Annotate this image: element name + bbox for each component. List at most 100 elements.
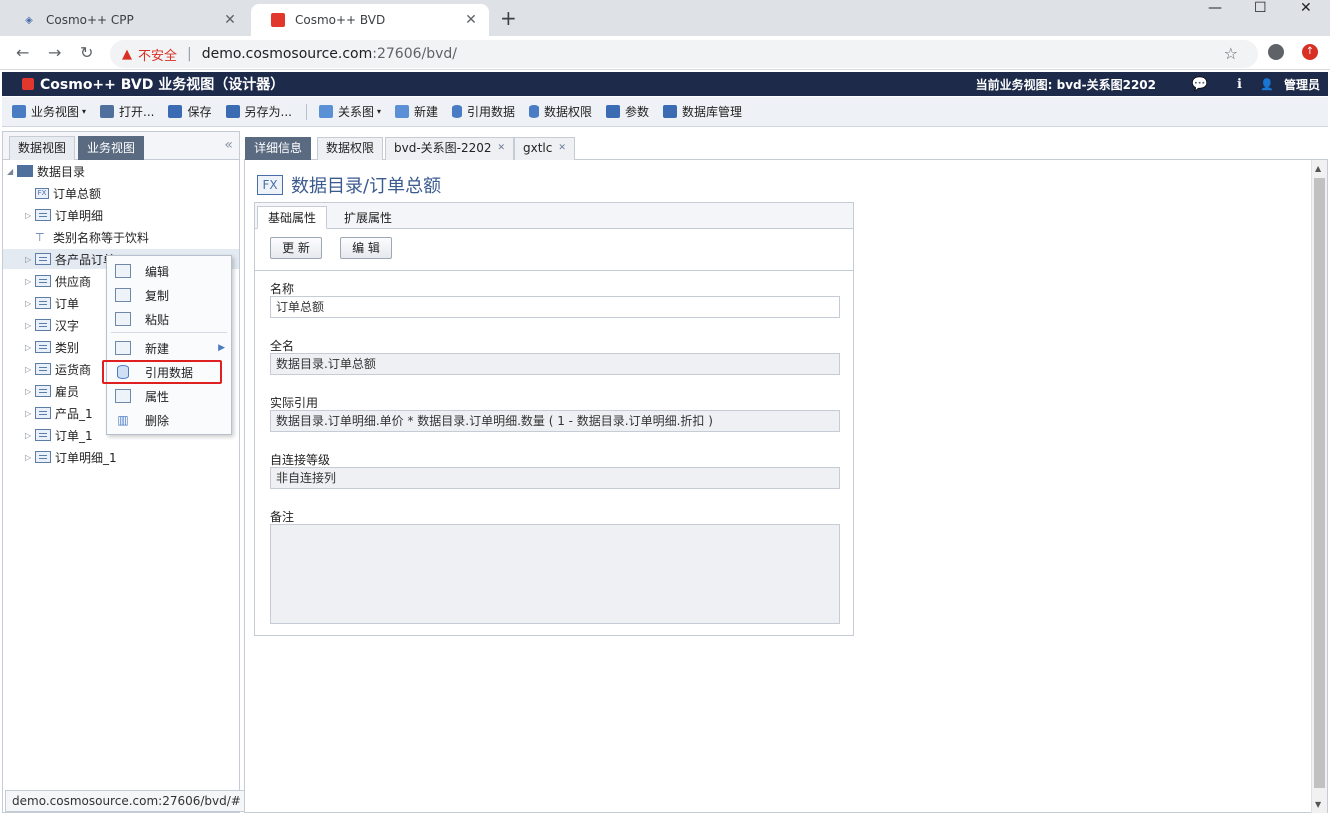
tree-node-hanzi[interactable]: ▷ 汉字 — [25, 315, 79, 335]
minimize-button[interactable]: — — [1208, 0, 1222, 18]
menu-item-edit[interactable]: 编辑 — [111, 260, 227, 282]
expand-arrow-icon[interactable]: ▷ — [25, 453, 35, 462]
close-window-button[interactable]: ✕ — [1300, 0, 1312, 18]
menu-item-new[interactable]: 新建 ▶ — [111, 337, 227, 359]
properties-icon — [115, 389, 131, 403]
maximize-button[interactable]: ☐ — [1254, 0, 1267, 18]
reload-button[interactable]: ↻ — [80, 43, 93, 62]
scroll-up-icon[interactable]: ▲ — [1315, 164, 1321, 173]
params-button[interactable]: 参数 — [606, 103, 649, 120]
menu-item-label: 删除 — [145, 413, 170, 428]
expand-arrow-icon[interactable]: ▷ — [25, 277, 35, 286]
folder-open-icon — [100, 105, 115, 118]
business-view-menu-button[interactable]: 业务视图 ▾ — [12, 103, 86, 120]
form-button-bar: 更 新 编 辑 — [255, 229, 853, 271]
expand-arrow-icon[interactable]: ▷ — [25, 387, 35, 396]
tree-node-category-filter[interactable]: ⊤ 类别名称等于饮料 — [25, 227, 149, 247]
menu-item-label: 编辑 — [145, 264, 170, 279]
expand-arrow-icon[interactable]: ▷ — [25, 409, 35, 418]
note-field — [270, 524, 840, 624]
menu-item-properties[interactable]: 属性 — [111, 385, 227, 407]
tree-root-node[interactable]: ◢ 数据目录 — [7, 161, 85, 181]
tab-data-view[interactable]: 数据视图 — [9, 136, 76, 160]
tab-relation-diagram[interactable]: bvd-关系图-2202 ✕ — [385, 137, 515, 160]
expand-arrow-icon[interactable]: ▷ — [25, 255, 35, 264]
tab-extended-properties[interactable]: 扩展属性 — [333, 206, 403, 229]
update-icon[interactable]: ↑ — [1302, 44, 1318, 60]
tree-node-order-details-1[interactable]: ▷ 订单明细_1 — [25, 447, 117, 467]
name-field[interactable]: 订单总额 — [270, 296, 840, 318]
browser-tab-cpp[interactable]: ◈ Cosmo++ CPP ✕ — [2, 4, 248, 36]
menu-item-paste[interactable]: 粘贴 — [111, 308, 227, 330]
tree-node-label: 订单 — [55, 296, 80, 311]
profile-avatar-icon[interactable] — [1268, 44, 1284, 60]
close-tab-icon[interactable]: ✕ — [498, 143, 506, 153]
tree-node-orders-1[interactable]: ▷ 订单_1 — [25, 425, 93, 445]
close-tab-icon[interactable]: ✕ — [222, 12, 238, 28]
browser-tab-bvd[interactable]: Cosmo++ BVD ✕ — [251, 4, 489, 36]
tree-node-order-total[interactable]: FX 订单总额 — [25, 183, 101, 203]
bookmark-star-icon[interactable]: ☆ — [1224, 44, 1238, 63]
tree-node-products-1[interactable]: ▷ 产品_1 — [25, 403, 93, 423]
browser-tab-strip: ◈ Cosmo++ CPP ✕ Cosmo++ BVD ✕ + — ☐ ✕ — [0, 0, 1330, 36]
expand-arrow-icon[interactable]: ▷ — [25, 343, 35, 352]
ref-data-button[interactable]: 引用数据 — [452, 103, 515, 120]
url-input[interactable]: ▲ 不安全 | demo.cosmosource.com :27606/bvd/ — [110, 40, 1258, 68]
tree-node-employees[interactable]: ▷ 雇员 — [25, 381, 79, 401]
vertical-scrollbar[interactable]: ▲ ▼ — [1311, 160, 1327, 813]
data-permission-button[interactable]: 数据权限 — [529, 103, 592, 120]
chat-icon[interactable]: 💬 — [1192, 77, 1208, 92]
warning-icon: ▲ — [122, 46, 132, 62]
forward-button[interactable]: → — [48, 43, 61, 62]
new-tab-button[interactable]: + — [500, 6, 517, 30]
tab-gxtlc[interactable]: gxtlc ✕ — [514, 137, 575, 160]
update-button[interactable]: 更 新 — [270, 237, 322, 259]
tree-node-order-details[interactable]: ▷ 订单明细 — [25, 205, 103, 225]
info-icon[interactable]: ℹ — [1237, 77, 1242, 92]
actual-ref-label: 实际引用 — [270, 396, 319, 410]
menu-item-copy[interactable]: 复制 — [111, 284, 227, 306]
expand-arrow-icon[interactable]: ▷ — [25, 321, 35, 330]
tree-node-categories[interactable]: ▷ 类别 — [25, 337, 79, 357]
tree-node-label: 雇员 — [55, 384, 80, 399]
diagram-icon — [318, 105, 333, 118]
insecure-label[interactable]: 不安全 — [138, 45, 177, 64]
params-label: 参数 — [625, 105, 650, 119]
user-name[interactable]: 管理员 — [1284, 76, 1320, 93]
new-button[interactable]: 新建 — [394, 103, 438, 120]
relation-diagram-menu-button[interactable]: 关系图 ▾ — [318, 103, 381, 120]
tree-node-label: 供应商 — [55, 274, 92, 289]
back-button[interactable]: ← — [16, 43, 29, 62]
status-bar-url: demo.cosmosource.com:27606/bvd/# — [5, 790, 248, 812]
tree-node-shippers[interactable]: ▷ 运货商 — [25, 359, 91, 379]
close-tab-icon[interactable]: ✕ — [558, 143, 566, 153]
save-as-icon — [225, 105, 240, 118]
scroll-down-icon[interactable]: ▼ — [1315, 800, 1321, 809]
open-button[interactable]: 打开... — [100, 103, 154, 120]
tab-data-permission[interactable]: 数据权限 — [317, 137, 384, 160]
edit-button[interactable]: 编 辑 — [340, 237, 392, 259]
scrollbar-thumb[interactable] — [1314, 178, 1325, 788]
save-as-button[interactable]: 另存为... — [225, 103, 292, 120]
database-icon — [452, 105, 462, 118]
context-menu: 编辑 复制 粘贴 新建 ▶ 引用数据 属性 ▥ 删除 — [106, 255, 232, 435]
fullname-field: 数据目录.订单总额 — [270, 353, 840, 375]
tab-business-view[interactable]: 业务视图 — [78, 136, 145, 160]
expand-arrow-icon[interactable]: ▷ — [25, 431, 35, 440]
close-tab-icon[interactable]: ✕ — [463, 12, 479, 28]
menu-item-delete[interactable]: ▥ 删除 — [111, 409, 227, 431]
expand-arrow-icon[interactable]: ◢ — [7, 167, 17, 176]
tree-node-orders[interactable]: ▷ 订单 — [25, 293, 79, 313]
collapse-panel-icon[interactable]: « — [224, 137, 233, 153]
table-icon — [35, 319, 51, 331]
expand-arrow-icon[interactable]: ▷ — [25, 365, 35, 374]
tab-basic-properties[interactable]: 基础属性 — [257, 206, 328, 229]
db-manage-button[interactable]: 数据库管理 — [663, 103, 742, 120]
browser-tab-title: Cosmo++ CPP — [46, 13, 134, 27]
expand-arrow-icon[interactable]: ▷ — [25, 211, 35, 220]
save-button[interactable]: 保存 — [168, 103, 212, 120]
tree-node-suppliers[interactable]: ▷ 供应商 — [25, 271, 91, 291]
table-icon — [35, 275, 51, 287]
tab-details[interactable]: 详细信息 — [245, 137, 312, 160]
expand-arrow-icon[interactable]: ▷ — [25, 299, 35, 308]
